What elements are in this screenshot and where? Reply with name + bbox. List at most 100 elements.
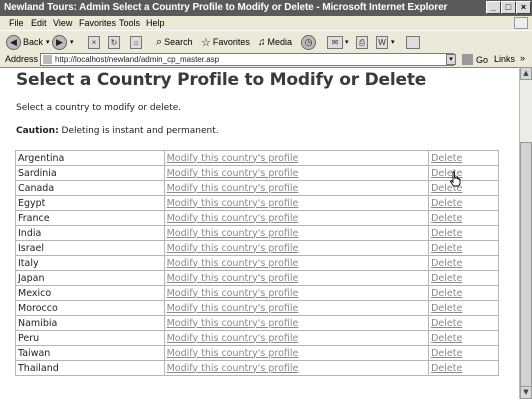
- back-label: Back: [23, 37, 44, 47]
- print-button[interactable]: ⎙: [356, 34, 368, 50]
- modify-cell: Modify this country's profile: [163, 195, 430, 211]
- delete-link[interactable]: Delete: [431, 243, 462, 254]
- modify-link[interactable]: Modify this country's profile: [167, 348, 299, 359]
- menu-help[interactable]: Help: [146, 18, 165, 28]
- search-button[interactable]: ⌕ Search: [156, 34, 193, 50]
- delete-link[interactable]: Delete: [431, 153, 462, 164]
- modify-link[interactable]: Modify this country's profile: [167, 363, 299, 374]
- delete-link[interactable]: Delete: [431, 258, 462, 269]
- modify-cell: Modify this country's profile: [163, 270, 430, 286]
- address-dropdown-icon[interactable]: ▾: [446, 54, 456, 65]
- country-name: Namibia: [15, 315, 165, 331]
- delete-link[interactable]: Delete: [431, 273, 462, 284]
- caution-message: Deleting is instant and permanent.: [58, 126, 219, 136]
- modify-link[interactable]: Modify this country's profile: [167, 288, 299, 299]
- table-row: Taiwan Modify this country's profile Delet…: [15, 345, 499, 361]
- menu-view[interactable]: View: [53, 18, 72, 28]
- menu-favorites[interactable]: Favorites: [79, 18, 116, 28]
- delete-link[interactable]: Delete: [431, 228, 462, 239]
- delete-link[interactable]: Delete: [431, 303, 462, 314]
- delete-cell: Delete: [428, 195, 499, 211]
- go-button[interactable]: Go: [462, 53, 488, 66]
- delete-cell: Delete: [428, 210, 499, 226]
- toolbar: ◀ Back ▾ ▶ ▾ × ↻ ⌂ ⌕ Search ☆ Favorites …: [0, 30, 532, 54]
- table-row: Namibia Modify this country's profile Dele…: [15, 315, 499, 331]
- mail-icon: ✉: [327, 35, 343, 49]
- forward-arrow-icon: ▶: [52, 34, 67, 50]
- menu-tools[interactable]: Tools: [119, 18, 140, 28]
- refresh-button[interactable]: ↻: [108, 34, 120, 50]
- modify-cell: Modify this country's profile: [163, 180, 430, 196]
- table-row: Morocco Modify this country's profile Dele…: [15, 300, 499, 316]
- country-name: Argentina: [15, 150, 165, 166]
- mail-button[interactable]: ✉ ▾: [327, 34, 349, 50]
- stop-icon: ×: [88, 35, 100, 49]
- stop-button[interactable]: ×: [88, 34, 100, 50]
- delete-cell: Delete: [428, 315, 499, 331]
- discuss-icon: [406, 35, 420, 49]
- table-row: Sardinia Modify this country's profile Del…: [15, 165, 499, 181]
- favorites-label: Favorites: [212, 37, 250, 47]
- delete-cell: Delete: [428, 345, 499, 361]
- media-label: Media: [267, 37, 293, 47]
- address-bar: Address http://localhost/newland/admin_c…: [0, 53, 532, 67]
- vertical-scrollbar[interactable]: ▲ ▼: [519, 67, 532, 399]
- scroll-thumb[interactable]: [520, 142, 532, 387]
- media-button[interactable]: ♫ Media: [258, 34, 292, 50]
- menu-file[interactable]: File: [9, 18, 24, 28]
- page-icon: [43, 55, 52, 64]
- table-row: Thailand Modify this country's profile Del…: [15, 360, 499, 376]
- modify-link[interactable]: Modify this country's profile: [167, 198, 299, 209]
- delete-link[interactable]: Delete: [431, 333, 462, 344]
- modify-link[interactable]: Modify this country's profile: [167, 243, 299, 254]
- table-row: Egypt Modify this country's profile Delete: [15, 195, 499, 211]
- delete-cell: Delete: [428, 330, 499, 346]
- menu-edit[interactable]: Edit: [31, 18, 47, 28]
- modify-cell: Modify this country's profile: [163, 210, 430, 226]
- modify-link[interactable]: Modify this country's profile: [167, 303, 299, 314]
- favorites-button[interactable]: ☆ Favorites: [201, 34, 250, 50]
- windows-logo-icon: [514, 17, 528, 29]
- delete-link[interactable]: Delete: [431, 288, 462, 299]
- links-chevron-icon[interactable]: »: [520, 53, 525, 63]
- delete-link[interactable]: Delete: [431, 213, 462, 224]
- table-row: Canada Modify this country's profile Delet…: [15, 180, 499, 196]
- country-name: Taiwan: [15, 345, 165, 361]
- maximize-button[interactable]: □: [501, 1, 516, 14]
- modify-link[interactable]: Modify this country's profile: [167, 258, 299, 269]
- modify-cell: Modify this country's profile: [163, 285, 430, 301]
- links-label[interactable]: Links: [494, 54, 515, 64]
- modify-link[interactable]: Modify this country's profile: [167, 168, 299, 179]
- country-name: Mexico: [15, 285, 165, 301]
- modify-link[interactable]: Modify this country's profile: [167, 183, 299, 194]
- country-name: Morocco: [15, 300, 165, 316]
- delete-cell: Delete: [428, 270, 499, 286]
- scroll-up-icon[interactable]: ▲: [520, 67, 532, 80]
- go-label: Go: [476, 54, 489, 65]
- media-icon: ♫: [258, 36, 266, 48]
- minimize-button[interactable]: _: [486, 1, 501, 14]
- discuss-button[interactable]: [406, 34, 420, 50]
- modify-link[interactable]: Modify this country's profile: [167, 213, 299, 224]
- address-input[interactable]: http://localhost/newland/admin_cp_master…: [40, 53, 454, 66]
- modify-link[interactable]: Modify this country's profile: [167, 273, 299, 284]
- forward-button[interactable]: ▶ ▾: [52, 34, 74, 50]
- close-button[interactable]: ×: [516, 1, 531, 14]
- favorites-star-icon: ☆: [201, 36, 211, 49]
- modify-link[interactable]: Modify this country's profile: [167, 228, 299, 239]
- country-name: India: [15, 225, 165, 241]
- history-button[interactable]: ◷: [301, 34, 316, 50]
- delete-link[interactable]: Delete: [431, 363, 462, 374]
- back-button[interactable]: ◀ Back ▾: [6, 34, 50, 50]
- history-icon: ◷: [301, 34, 316, 50]
- delete-link[interactable]: Delete: [431, 318, 462, 329]
- delete-link[interactable]: Delete: [431, 198, 462, 209]
- delete-link[interactable]: Delete: [431, 348, 462, 359]
- home-button[interactable]: ⌂: [130, 34, 142, 50]
- modify-link[interactable]: Modify this country's profile: [167, 333, 299, 344]
- back-arrow-icon: ◀: [6, 34, 21, 50]
- edit-button[interactable]: W ▾: [376, 34, 395, 50]
- modify-link[interactable]: Modify this country's profile: [167, 318, 299, 329]
- modify-link[interactable]: Modify this country's profile: [167, 153, 299, 164]
- scroll-down-icon[interactable]: ▼: [520, 386, 532, 399]
